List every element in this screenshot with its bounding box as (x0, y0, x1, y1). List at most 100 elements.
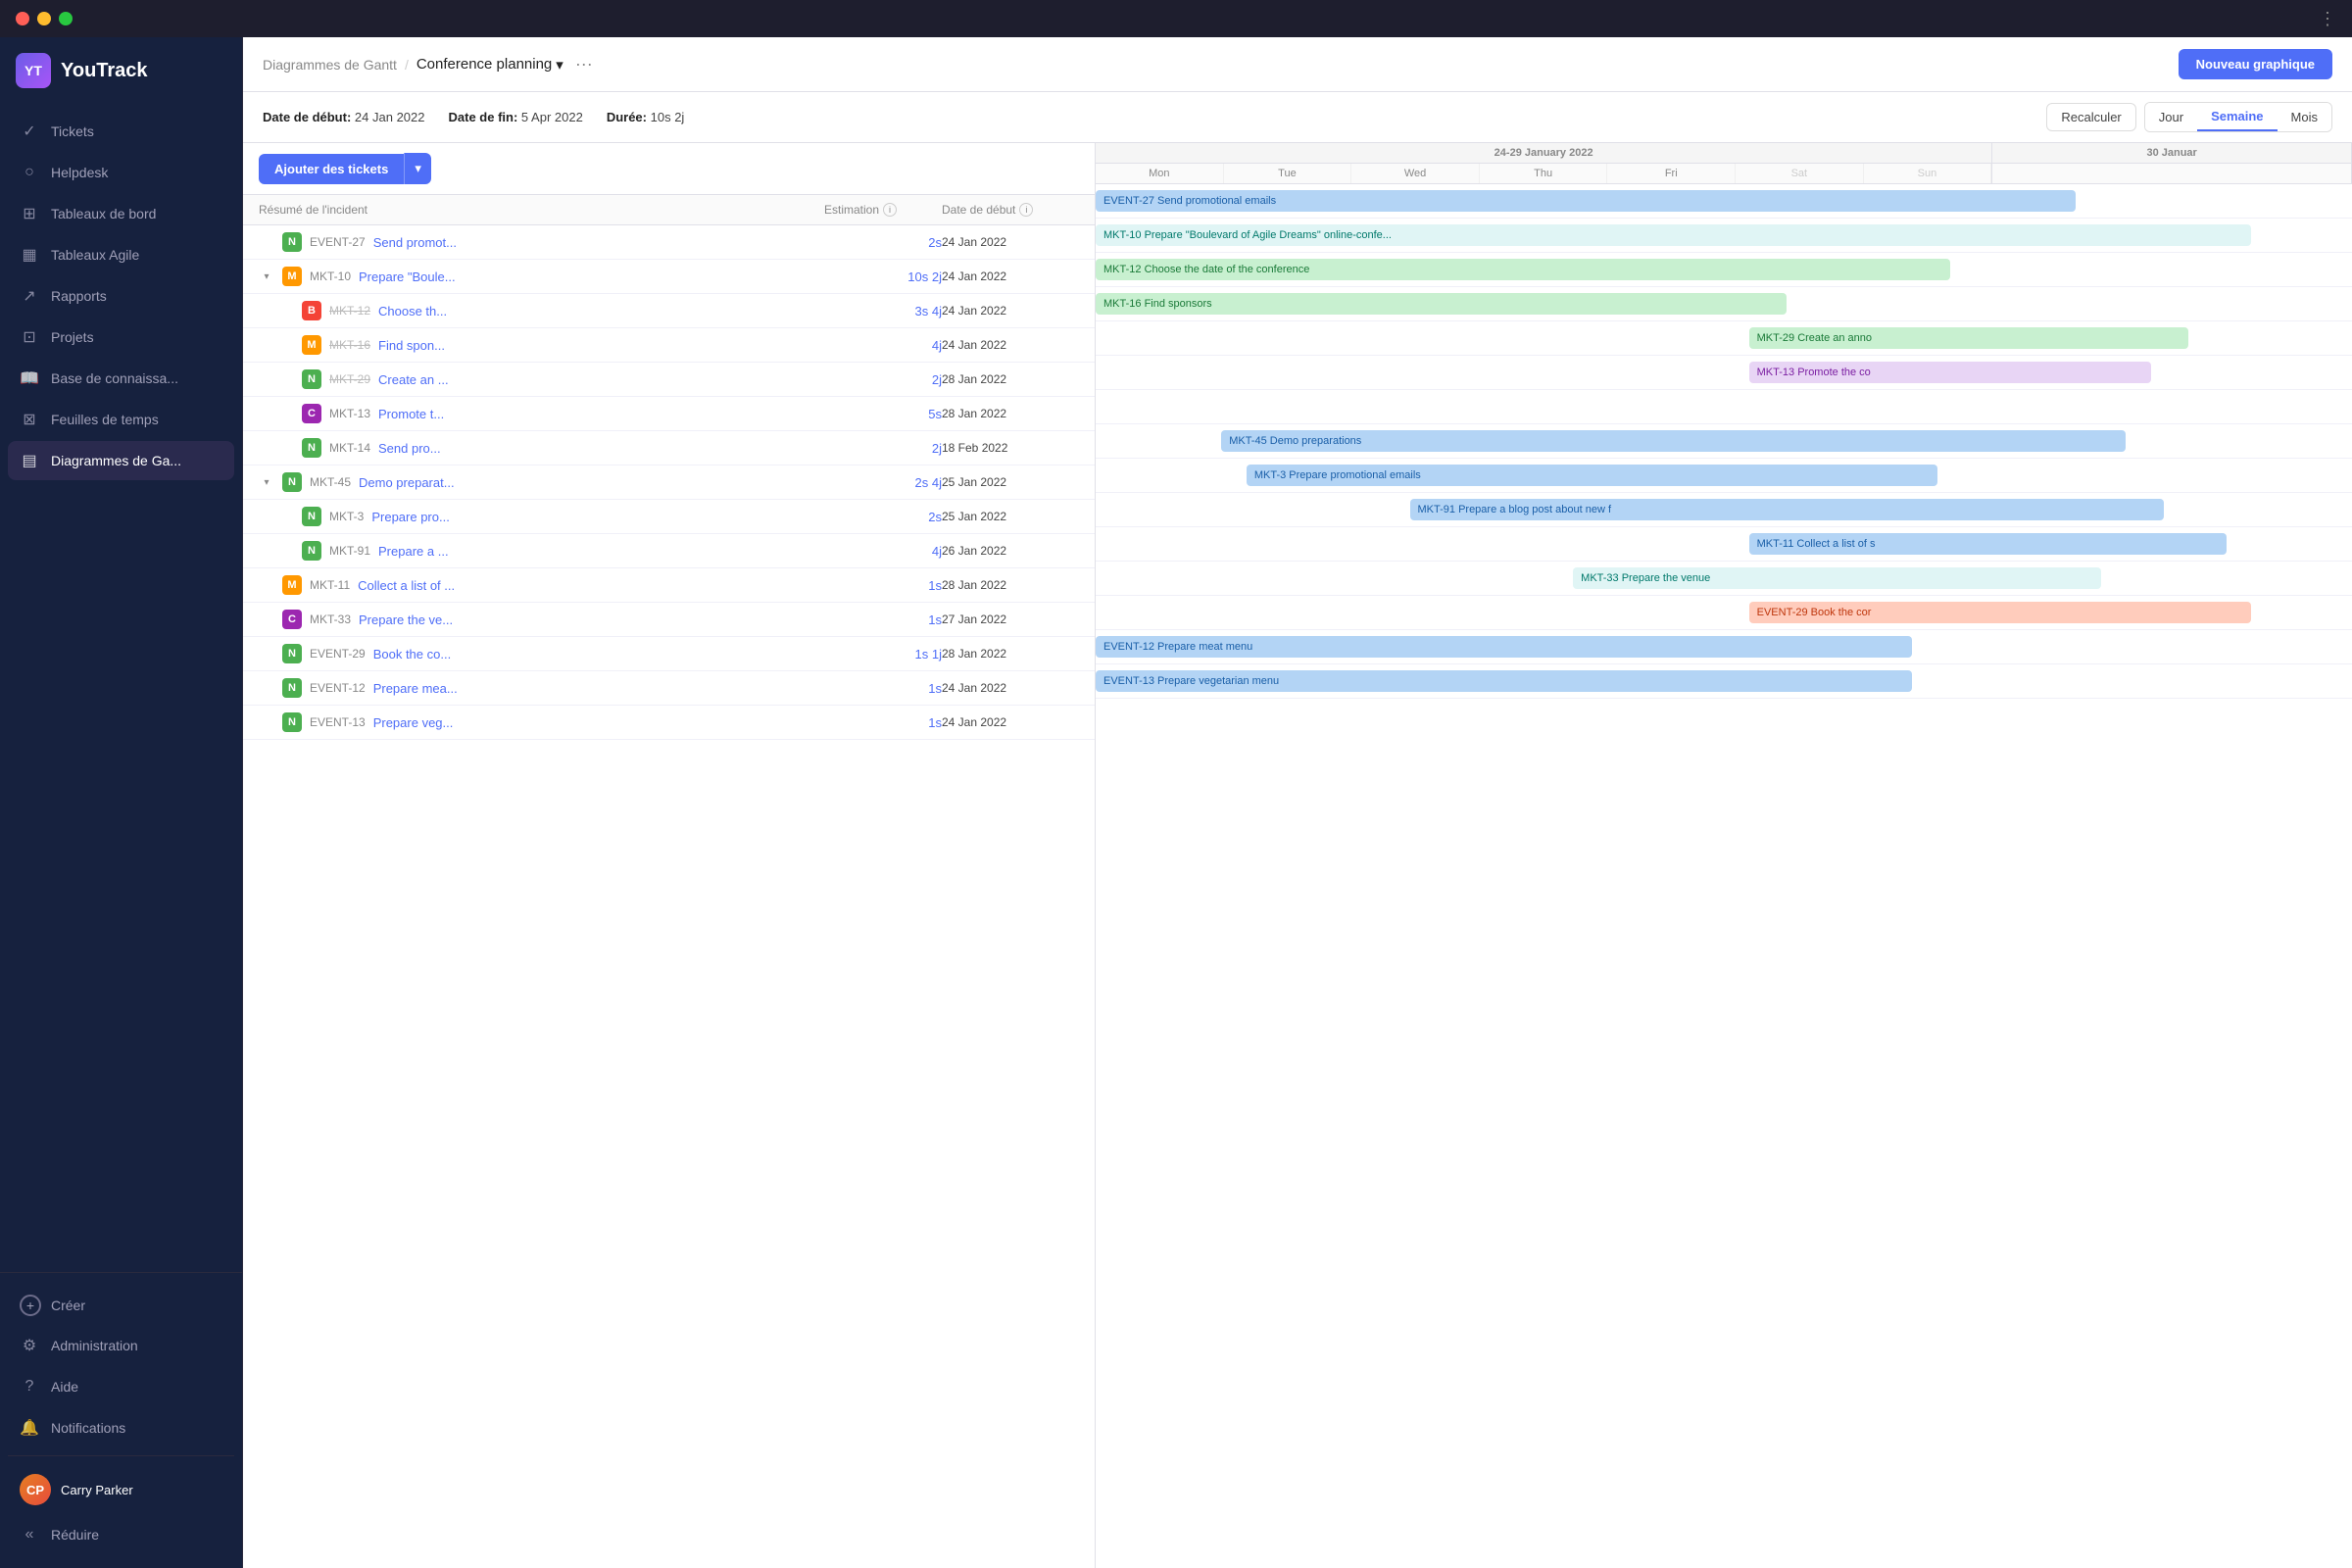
recalculate-button[interactable]: Recalculer (2046, 103, 2135, 131)
row-estimation: 2s (824, 510, 942, 524)
gantt-bar[interactable]: EVENT-27 Send promotional emails (1096, 190, 2076, 212)
gantt-bar[interactable]: EVENT-12 Prepare meat menu (1096, 636, 1912, 658)
view-semaine-button[interactable]: Semaine (2197, 103, 2277, 131)
row-id: MKT-45 (310, 475, 351, 489)
badge: N (302, 369, 321, 389)
sidebar-item-base-connaissance[interactable]: 📖 Base de connaissa... (8, 359, 234, 398)
chevron-down-icon[interactable]: ▾ (556, 56, 564, 74)
row-title[interactable]: Promote t... (378, 407, 444, 421)
add-tickets-button[interactable]: Ajouter des tickets (259, 154, 404, 184)
row-title[interactable]: Prepare the ve... (359, 612, 453, 627)
sidebar-item-tableaux-agile[interactable]: ▦ Tableaux Agile (8, 235, 234, 274)
user-name: Carry Parker (61, 1483, 133, 1497)
breadcrumb-parent[interactable]: Diagrammes de Gantt (263, 57, 397, 73)
estimation-info-icon[interactable]: i (883, 203, 897, 217)
add-tickets-dropdown-button[interactable]: ▾ (404, 153, 431, 184)
badge: N (282, 472, 302, 492)
sidebar-item-administration[interactable]: ⚙ Administration (8, 1326, 234, 1365)
row-title[interactable]: Demo preparat... (359, 475, 455, 490)
gantt-bar[interactable]: MKT-13 Promote the co (1749, 362, 2151, 383)
gantt-bar[interactable]: MKT-91 Prepare a blog post about new f (1410, 499, 2164, 520)
row-date: 24 Jan 2022 (942, 715, 1079, 729)
row-id: MKT-33 (310, 612, 351, 626)
gantt-bar[interactable]: MKT-16 Find sponsors (1096, 293, 1787, 315)
gantt-bar[interactable]: MKT-45 Demo preparations (1221, 430, 2126, 452)
gantt-week-1: 24-29 January 2022 Mon Tue Wed Thu Fri S… (1096, 143, 1992, 183)
gantt-day-thu: Thu (1480, 164, 1608, 183)
row-title[interactable]: Choose th... (378, 304, 447, 318)
expand-icon[interactable]: ▾ (259, 474, 274, 490)
gantt-row (1096, 390, 2352, 424)
sidebar-item-label: Tickets (51, 123, 94, 139)
row-title[interactable]: Prepare mea... (373, 681, 458, 696)
sidebar-item-helpdesk[interactable]: ○ Helpdesk (8, 153, 234, 192)
row-title[interactable]: Prepare veg... (373, 715, 454, 730)
gantt-bar[interactable]: MKT-29 Create an anno (1749, 327, 2189, 349)
row-id: EVENT-27 (310, 235, 366, 249)
minimize-button[interactable] (37, 12, 51, 25)
row-title[interactable]: Find spon... (378, 338, 445, 353)
view-mois-button[interactable]: Mois (2278, 103, 2331, 131)
row-estimation: 2s (824, 235, 942, 250)
collapse-button[interactable]: « Réduire (8, 1515, 234, 1554)
maximize-button[interactable] (59, 12, 73, 25)
table-row: B MKT-12 Choose th... 3s 4j 24 Jan 2022 (243, 294, 1095, 328)
table-section: Ajouter des tickets ▾ Résumé de l'incide… (243, 143, 1096, 1568)
collapse-icon: « (20, 1525, 39, 1544)
user-row[interactable]: CP Carry Parker (8, 1464, 234, 1515)
row-estimation: 1s (824, 681, 942, 696)
col-date-header: Date de début i (942, 203, 1079, 217)
row-estimation: 1s (824, 715, 942, 730)
row-title[interactable]: Prepare pro... (371, 510, 450, 524)
row-title[interactable]: Prepare a ... (378, 544, 449, 559)
sidebar: YT YouTrack ✓ Tickets ○ Helpdesk ⊞ Table… (0, 0, 243, 1568)
sidebar-item-rapports[interactable]: ↗ Rapports (8, 276, 234, 316)
sidebar-item-tickets[interactable]: ✓ Tickets (8, 112, 234, 151)
sidebar-item-aide[interactable]: ? Aide (8, 1367, 234, 1406)
sidebar-logo[interactable]: YT YouTrack (0, 37, 242, 104)
table-row: C MKT-13 Promote t... 5s 28 Jan 2022 (243, 397, 1095, 431)
row-title[interactable]: Send pro... (378, 441, 441, 456)
row-id: MKT-29 (329, 372, 370, 386)
sidebar-item-projets[interactable]: ⊡ Projets (8, 318, 234, 357)
table-row: N MKT-14 Send pro... 2j 18 Feb 2022 (243, 431, 1095, 466)
table-row: C MKT-33 Prepare the ve... 1s 27 Jan 202… (243, 603, 1095, 637)
badge: N (282, 678, 302, 698)
badge: C (282, 610, 302, 629)
sidebar-item-tableaux-bord[interactable]: ⊞ Tableaux de bord (8, 194, 234, 233)
gantt-bar[interactable]: EVENT-13 Prepare vegetarian menu (1096, 670, 1912, 692)
sidebar-item-notifications[interactable]: 🔔 Notifications (8, 1408, 234, 1447)
close-button[interactable] (16, 12, 29, 25)
row-title[interactable]: Prepare "Boule... (359, 270, 456, 284)
gantt-bar[interactable]: EVENT-29 Book the cor (1749, 602, 2252, 623)
gantt-bar[interactable]: MKT-10 Prepare "Boulevard of Agile Dream… (1096, 224, 2251, 246)
table-row: N MKT-29 Create an ... 2j 28 Jan 2022 (243, 363, 1095, 397)
sidebar-item-feuilles-temps[interactable]: ⊠ Feuilles de temps (8, 400, 234, 439)
more-options-icon[interactable]: ··· (575, 54, 593, 74)
gantt-week-1-label: 24-29 January 2022 (1096, 143, 1991, 164)
date-info-icon[interactable]: i (1019, 203, 1033, 217)
create-button[interactable]: + Créer (8, 1285, 234, 1326)
gantt-bar[interactable]: MKT-11 Collect a list of s (1749, 533, 2227, 555)
gantt-bar[interactable]: MKT-3 Prepare promotional emails (1247, 465, 1937, 486)
view-jour-button[interactable]: Jour (2145, 103, 2197, 131)
logo-box: YT (16, 53, 51, 88)
gantt-bar[interactable]: MKT-33 Prepare the venue (1573, 567, 2100, 589)
row-title[interactable]: Book the co... (373, 647, 452, 662)
table-row: N EVENT-29 Book the co... 1s 1j 28 Jan 2… (243, 637, 1095, 671)
row-title[interactable]: Collect a list of ... (358, 578, 455, 593)
gantt-row: MKT-29 Create an anno (1096, 321, 2352, 356)
row-estimation: 4j (824, 544, 942, 559)
col-estimation-header: Estimation i (824, 203, 942, 217)
table-row: N MKT-3 Prepare pro... 2s 25 Jan 2022 (243, 500, 1095, 534)
row-date: 25 Jan 2022 (942, 510, 1079, 523)
row-id: MKT-14 (329, 441, 370, 455)
gantt-bar[interactable]: MKT-12 Choose the date of the conference (1096, 259, 1950, 280)
expand-icon[interactable]: ▾ (259, 269, 274, 284)
row-title[interactable]: Send promot... (373, 235, 457, 250)
row-title[interactable]: Create an ... (378, 372, 449, 387)
window-menu-dots[interactable]: ⋮ (2319, 9, 2336, 29)
collapse-label: Réduire (51, 1527, 99, 1543)
new-graph-button[interactable]: Nouveau graphique (2179, 49, 2332, 79)
sidebar-item-diagrammes[interactable]: ▤ Diagrammes de Ga... (8, 441, 234, 480)
